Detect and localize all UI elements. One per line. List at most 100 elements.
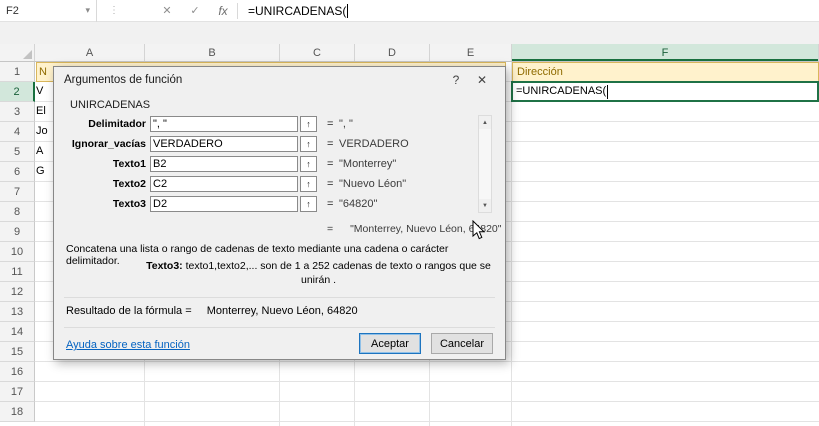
ribbon-gap xyxy=(0,22,819,44)
row-header-11[interactable]: 11 xyxy=(0,262,35,282)
accept-button[interactable]: Aceptar xyxy=(359,333,421,354)
scroll-down-icon[interactable]: ▼ xyxy=(479,199,491,212)
function-name-label: UNIRCADENAS xyxy=(70,99,150,111)
equals-sign: = xyxy=(327,118,335,130)
equals-sign: = xyxy=(327,158,335,170)
argument-result: "64820" xyxy=(339,198,377,210)
argument-row-texto3: Texto3 D2 ↑ = "64820" xyxy=(60,195,473,213)
ignorar-vacias-input[interactable]: VERDADERO xyxy=(150,136,298,152)
row-header-3[interactable]: 3 xyxy=(0,102,35,122)
range-selector-button[interactable]: ↑ xyxy=(300,136,317,152)
name-box[interactable]: F2 ▾ xyxy=(0,0,97,22)
argument-hint-label: Texto3: xyxy=(146,260,183,272)
cell-A2[interactable]: V xyxy=(36,82,52,102)
equals-sign: = xyxy=(327,178,335,190)
column-header-C[interactable]: C xyxy=(280,44,355,61)
name-box-value: F2 xyxy=(6,5,19,17)
splitter-handle-icon[interactable]: ⋮ xyxy=(109,5,119,16)
row-header-15[interactable]: 15 xyxy=(0,342,35,362)
cell-text-caret xyxy=(607,85,608,99)
argument-label: Texto1 xyxy=(60,158,146,170)
argument-label: Ignorar_vacías xyxy=(60,138,146,150)
mouse-cursor-icon xyxy=(472,220,486,246)
column-header-D[interactable]: D xyxy=(355,44,430,61)
row-header-12[interactable]: 12 xyxy=(0,282,35,302)
row-header-13[interactable]: 13 xyxy=(0,302,35,322)
close-icon[interactable]: ✕ xyxy=(469,73,495,87)
function-arguments-dialog: Argumentos de función ? ✕ UNIRCADENAS De… xyxy=(53,66,506,360)
formula-text: =UNIRCADENAS( xyxy=(248,4,346,18)
grid-vline xyxy=(511,62,512,426)
help-link[interactable]: Ayuda sobre esta función xyxy=(66,339,190,351)
cell-A3[interactable]: El xyxy=(36,102,52,122)
arguments-scrollbar[interactable]: ▲ ▼ xyxy=(478,115,492,213)
column-header-E[interactable]: E xyxy=(430,44,512,61)
cell-F2-selected[interactable]: =UNIRCADENAS( xyxy=(511,81,819,102)
cancel-button[interactable]: Cancelar xyxy=(431,333,493,354)
dialog-buttons: Aceptar Cancelar xyxy=(359,333,493,354)
column-headers: A B C D E F xyxy=(0,44,819,62)
row-header-7[interactable]: 7 xyxy=(0,182,35,202)
argument-row-texto2: Texto2 C2 ↑ = "Nuevo Léon" xyxy=(60,175,473,193)
separator xyxy=(64,327,495,328)
row-header-18[interactable]: 18 xyxy=(0,402,35,422)
insert-function-button[interactable]: fx xyxy=(209,0,237,22)
cancel-entry-button[interactable]: ✕ xyxy=(153,0,181,22)
cell-A6[interactable]: G xyxy=(36,162,52,182)
formula-input[interactable]: =UNIRCADENAS( xyxy=(238,0,819,22)
formula-bar: F2 ▾ ⋮ ✕ ✓ fx =UNIRCADENAS( xyxy=(0,0,819,22)
row-header-14[interactable]: 14 xyxy=(0,322,35,342)
argument-result: VERDADERO xyxy=(339,138,409,150)
row-header-17[interactable]: 17 xyxy=(0,382,35,402)
formula-bar-spacer: ⋮ xyxy=(97,0,153,22)
equals-sign: = xyxy=(327,198,335,210)
argument-hint-text: texto1,texto2,... son de 1 a 252 cadenas… xyxy=(186,260,491,286)
argument-result: "Nuevo Léon" xyxy=(339,178,406,190)
row-header-2[interactable]: 2 xyxy=(0,82,35,102)
texto2-input[interactable]: C2 xyxy=(150,176,298,192)
enter-entry-button[interactable]: ✓ xyxy=(181,0,209,22)
formula-result-line: Resultado de la fórmula = Monterrey, Nue… xyxy=(66,305,358,317)
dialog-title: Argumentos de función xyxy=(64,74,443,86)
cell-A5[interactable]: A xyxy=(36,142,52,162)
delimitador-input[interactable]: ", " xyxy=(150,116,298,132)
argument-label: Delimitador xyxy=(60,118,146,130)
name-box-dropdown-icon[interactable]: ▾ xyxy=(85,5,90,16)
argument-label: Texto2 xyxy=(60,178,146,190)
row-header-8[interactable]: 8 xyxy=(0,202,35,222)
row-header-10[interactable]: 10 xyxy=(0,242,35,262)
column-header-A[interactable]: A xyxy=(35,44,145,61)
cell-F1[interactable]: Dirección xyxy=(512,62,819,82)
row-header-1[interactable]: 1 xyxy=(0,62,35,82)
row-header-16[interactable]: 16 xyxy=(0,362,35,382)
row-header-6[interactable]: 6 xyxy=(0,162,35,182)
dialog-titlebar[interactable]: Argumentos de función ? ✕ xyxy=(54,67,505,93)
argument-row-texto1: Texto1 B2 ↑ = "Monterrey" xyxy=(60,155,473,173)
texto1-input[interactable]: B2 xyxy=(150,156,298,172)
separator xyxy=(64,297,495,298)
row-header-9[interactable]: 9 xyxy=(0,222,35,242)
column-header-F[interactable]: F xyxy=(512,44,819,61)
argument-row-ignorar-vacias: Ignorar_vacías VERDADERO ↑ = VERDADERO xyxy=(60,135,473,153)
argument-result: ", " xyxy=(339,118,353,130)
range-selector-button[interactable]: ↑ xyxy=(300,116,317,132)
equals-sign: = xyxy=(327,223,333,235)
help-icon[interactable]: ? xyxy=(443,73,469,87)
texto3-input[interactable]: D2 xyxy=(150,196,298,212)
argument-hint: Texto3: texto1,texto2,... son de 1 a 252… xyxy=(146,259,491,287)
range-selector-button[interactable]: ↑ xyxy=(300,196,317,212)
column-header-B[interactable]: B xyxy=(145,44,280,61)
argument-row-delimitador: Delimitador ", " ↑ = ", " xyxy=(60,115,473,133)
equals-sign: = xyxy=(327,138,335,150)
cell-A4[interactable]: Jo xyxy=(36,122,52,142)
result-label: Resultado de la fórmula = xyxy=(66,305,192,317)
excel-window: F2 ▾ ⋮ ✕ ✓ fx =UNIRCADENAS( A B C D E F … xyxy=(0,0,819,426)
range-selector-button[interactable]: ↑ xyxy=(300,156,317,172)
select-all-corner[interactable] xyxy=(0,44,35,61)
row-header-5[interactable]: 5 xyxy=(0,142,35,162)
row-header-4[interactable]: 4 xyxy=(0,122,35,142)
result-value: Monterrey, Nuevo Léon, 64820 xyxy=(207,305,358,317)
scroll-up-icon[interactable]: ▲ xyxy=(479,116,491,129)
range-selector-button[interactable]: ↑ xyxy=(300,176,317,192)
text-caret xyxy=(347,4,348,18)
